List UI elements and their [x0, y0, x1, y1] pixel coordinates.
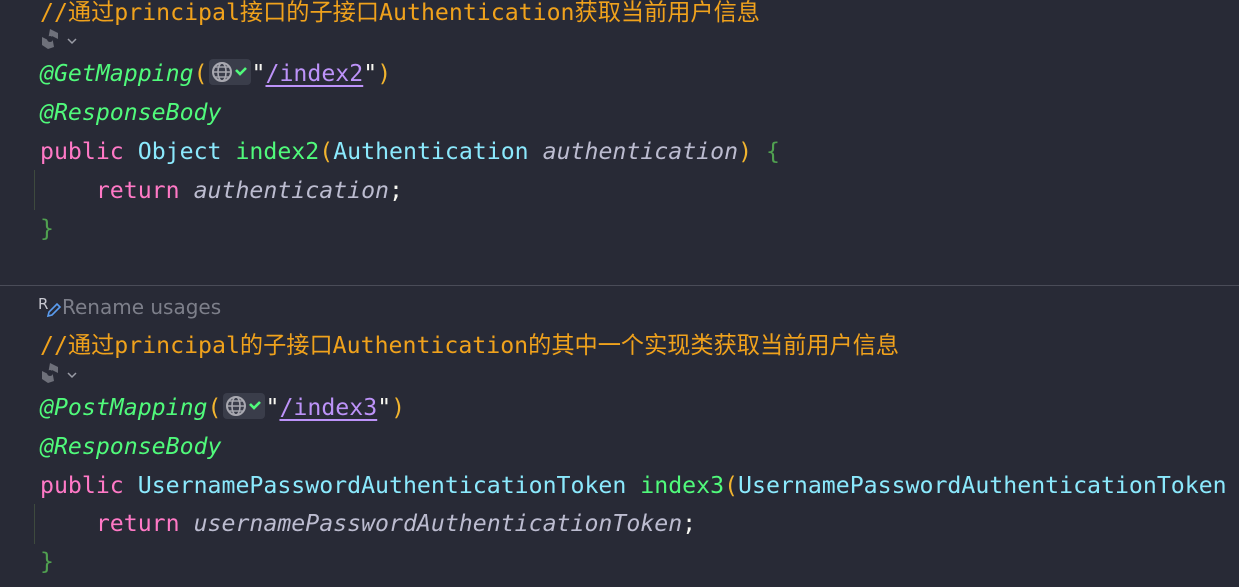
- token-paren: (: [193, 59, 208, 87]
- bean-gutter[interactable]: [38, 29, 78, 53]
- chevron-down-icon[interactable]: [66, 366, 78, 385]
- code-line[interactable]: return authentication;: [40, 171, 403, 210]
- chevron-down-icon[interactable]: [66, 32, 78, 51]
- code-line[interactable]: }: [40, 209, 54, 248]
- token-paren: ): [738, 137, 766, 165]
- token-paren: ): [377, 59, 392, 87]
- token-paren: (: [319, 137, 334, 165]
- indent-guide: [34, 170, 35, 210]
- code-line[interactable]: @ResponseBody: [40, 427, 221, 466]
- token-brace: {: [765, 137, 780, 165]
- token-string: ": [377, 393, 392, 421]
- token-type: Authentication: [333, 137, 543, 165]
- token-annotation: @ResponseBody: [40, 432, 222, 460]
- token-string: ": [265, 393, 280, 421]
- token-plain: ;: [682, 509, 697, 537]
- token-type: UsernamePasswordAuthenticationToken: [738, 471, 1227, 499]
- rename-pencil-icon: R: [38, 295, 62, 319]
- spring-bean-icon[interactable]: [38, 361, 62, 389]
- token-annotation: @ResponseBody: [40, 98, 222, 126]
- token-brace: }: [40, 214, 54, 242]
- token-comment: //通过principal的子接口Authentication的其中一个实现类获…: [40, 331, 900, 359]
- spring-bean-icon[interactable]: [38, 27, 62, 55]
- token-keyword: return: [40, 176, 194, 204]
- token-string: ": [251, 59, 266, 87]
- token-param: authentication: [542, 137, 739, 165]
- token-func: index2: [235, 137, 320, 165]
- token-annotation: @PostMapping: [40, 393, 208, 421]
- code-line[interactable]: //通过principal的子接口Authentication的其中一个实现类获…: [40, 326, 899, 365]
- code-line[interactable]: //通过principal接口的子接口Authentication获取当前用户信…: [40, 0, 760, 32]
- indent-guide: [34, 504, 35, 544]
- token-plain: ;: [389, 176, 403, 204]
- globe-icon[interactable]: [222, 393, 265, 419]
- token-url[interactable]: /index3: [279, 394, 377, 421]
- token-func: index3: [640, 471, 725, 499]
- code-line[interactable]: @PostMapping( "/index3"): [40, 388, 405, 427]
- code-line[interactable]: @GetMapping( "/index2"): [40, 54, 391, 93]
- code-line[interactable]: public UsernamePasswordAuthenticationTok…: [40, 466, 1227, 505]
- token-paren: ): [391, 393, 406, 421]
- method-separator: [0, 285, 1239, 286]
- svg-text:R: R: [38, 295, 48, 313]
- token-param: usernamePasswordAuthenticationToken: [193, 509, 683, 537]
- token-comment: //通过principal接口的子接口Authentication获取当前用户信…: [40, 0, 760, 26]
- globe-icon[interactable]: [208, 59, 251, 85]
- bean-gutter[interactable]: [38, 363, 78, 387]
- code-line[interactable]: public Object index2(Authentication auth…: [40, 132, 780, 171]
- token-keyword: public: [40, 471, 138, 499]
- token-type: UsernamePasswordAuthenticationToken: [137, 471, 641, 499]
- token-paren: (: [724, 471, 739, 499]
- token-paren: (: [207, 393, 222, 421]
- token-string: ": [363, 59, 378, 87]
- token-keyword: public: [40, 137, 138, 165]
- token-annotation: @GetMapping: [40, 59, 194, 87]
- token-keyword: return: [40, 509, 194, 537]
- code-line[interactable]: @ResponseBody: [40, 93, 221, 132]
- code-line[interactable]: }: [40, 542, 54, 581]
- code-line[interactable]: return usernamePasswordAuthenticationTok…: [40, 504, 696, 543]
- token-url[interactable]: /index2: [266, 60, 364, 87]
- token-param: authentication: [193, 176, 390, 204]
- rename-usages-label: Rename usages: [62, 295, 222, 319]
- token-type: Object: [137, 137, 236, 165]
- token-brace: }: [40, 547, 54, 575]
- rename-usages-hint[interactable]: R Rename usages: [38, 294, 221, 320]
